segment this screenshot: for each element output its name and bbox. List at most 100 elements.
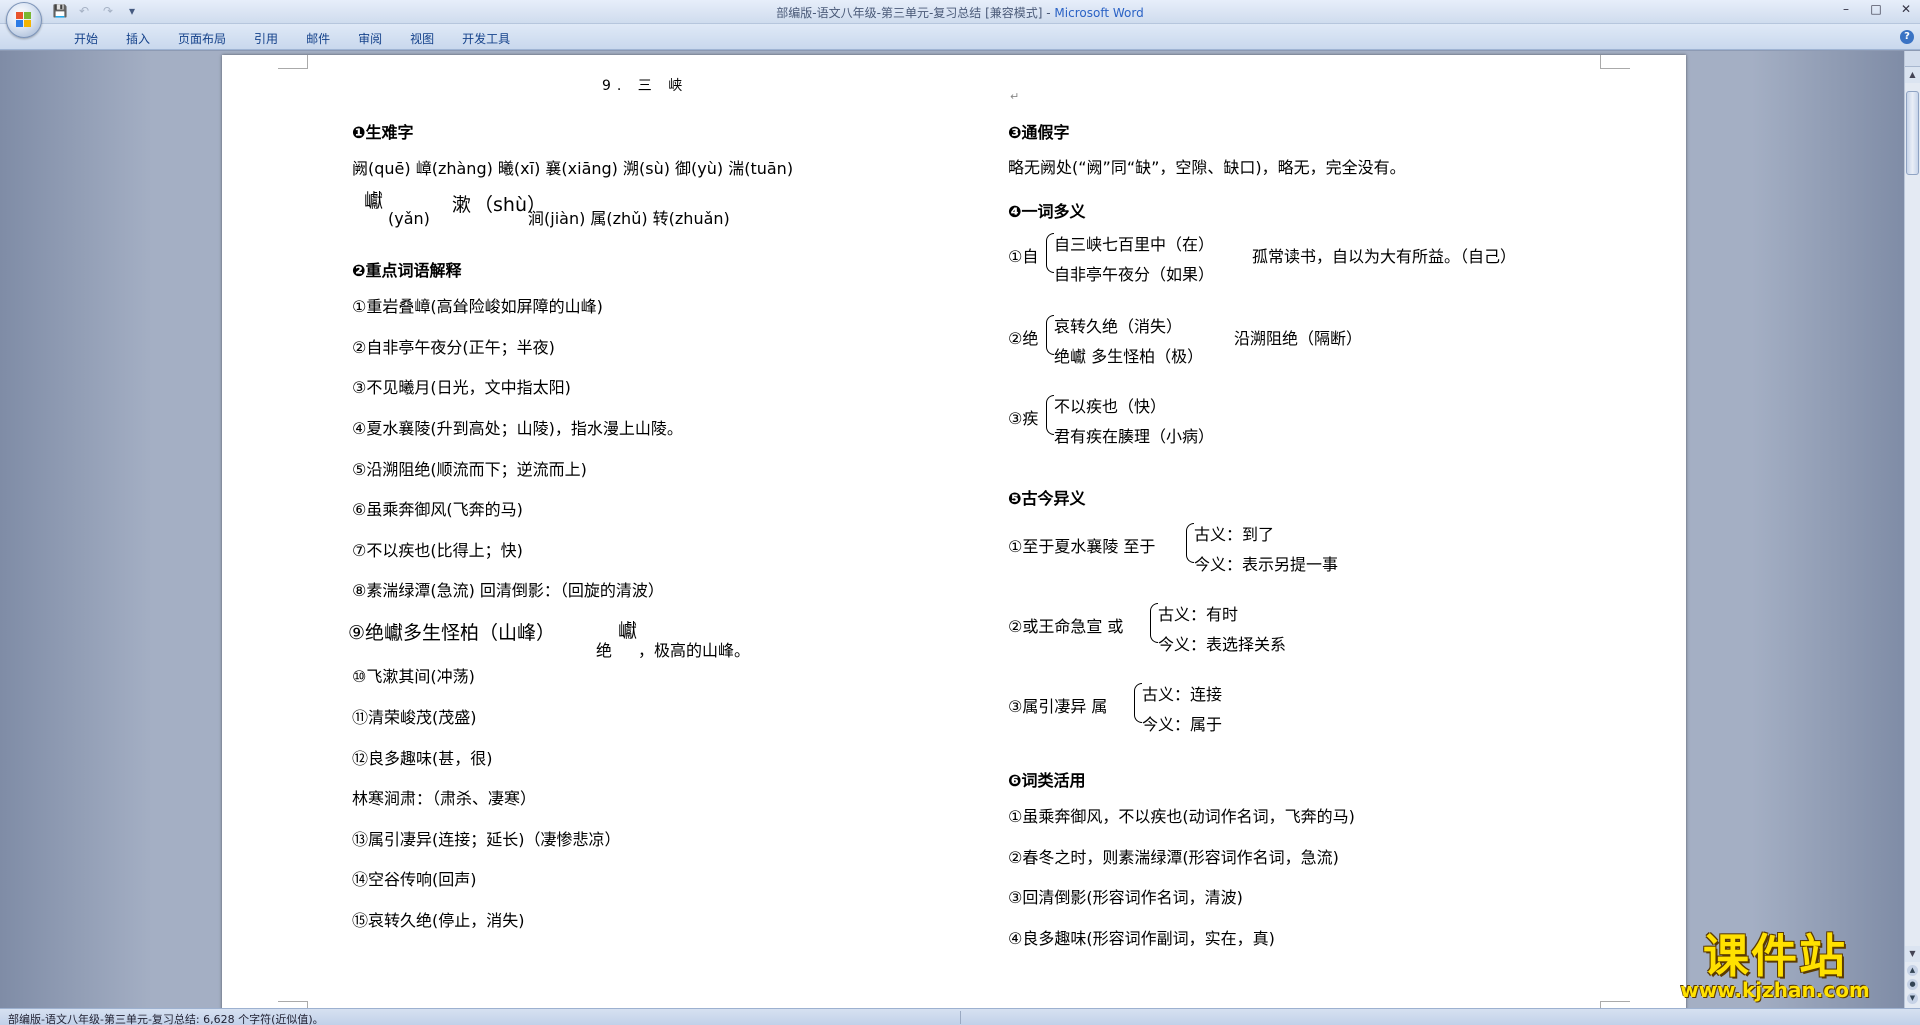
group-row: 古义：连接 [1142, 685, 1223, 704]
definition-item: ⑧素湍绿潭(急流) 回清倒影：（回旋的清波） [352, 581, 664, 600]
minimize-button[interactable]: – [1838, 2, 1854, 16]
definition-item: ⑫良多趣味(甚，很) [352, 749, 493, 768]
tab-developer[interactable]: 开发工具 [448, 30, 524, 47]
group-row: 今义：表示另提一事 [1194, 555, 1339, 574]
document-workarea: 9. 三 峡 ❶生难字 阙(quē) 嶂(zhàng) 曦(xī) 襄(xiān… [0, 51, 1904, 1008]
definition-item: 绝 [596, 641, 613, 660]
paragraph-mark: ↵ [1010, 90, 1020, 103]
group-lead: ①自 [1008, 247, 1039, 266]
definition-item: ⑤沿溯阻绝(顺流而下；逆流而上) [352, 460, 587, 479]
crop-mark [1600, 55, 1630, 69]
group-row: 绝巘 多生怪柏（极） [1054, 347, 1204, 366]
ribbon-tabs: 开始 插入 页面布局 引用 邮件 审阅 视图 开发工具 [60, 30, 524, 47]
group-row: 古义：到了 [1194, 525, 1275, 544]
definition-item: ，极高的山峰。 [638, 641, 751, 660]
group-lead: ③属引凄异 属 [1008, 697, 1108, 716]
lesson-title: 9. 三 峡 [602, 78, 689, 94]
tab-page-layout[interactable]: 页面布局 [164, 30, 240, 47]
scroll-down-icon[interactable]: ▼ [1905, 946, 1920, 962]
definition-item: ⑭空谷传响(回声) [352, 870, 477, 889]
office-logo-icon [16, 12, 32, 28]
help-icon[interactable]: ? [1900, 30, 1914, 44]
scroll-thumb[interactable] [1906, 91, 1919, 175]
tab-home[interactable]: 开始 [60, 30, 112, 47]
tab-references[interactable]: 引用 [240, 30, 292, 47]
group-row: 哀转久绝（消失） [1054, 317, 1183, 336]
definition-item: ⑥虽乘奔御风(飞奔的马) [352, 500, 523, 519]
brace-icon [1150, 603, 1158, 643]
maximize-button[interactable]: □ [1868, 2, 1884, 16]
brace-icon [1046, 315, 1054, 355]
pinyin-line: 阙(quē) 嶂(zhàng) 曦(xī) 襄(xiāng) 溯(sù) 御(y… [352, 159, 794, 178]
definition-item: ③不见曦月(日光，文中指太阳) [352, 378, 571, 397]
group-row: 今义：属于 [1142, 715, 1223, 734]
group-tail: 孤常读书，自以为大有所益。（自己） [1252, 247, 1517, 266]
crop-mark [1600, 1001, 1630, 1008]
watermark-logo: 课件站 [1703, 929, 1847, 983]
group-lead: ②或王命急宣 或 [1008, 617, 1124, 636]
tab-insert[interactable]: 插入 [112, 30, 164, 47]
group-row: 自三峡七百里中（在） [1054, 235, 1215, 254]
status-bar: 部编版-语文八年级-第三单元-复习总结: 6,628 个字符(近似值)。 [0, 1008, 1920, 1025]
group-lead: ③疾 [1008, 409, 1039, 428]
definition-item: ②自非亭午夜分(正午；半夜) [352, 338, 555, 357]
office-button[interactable] [6, 2, 42, 38]
site-watermark: 课件站 www.kjzhan.com [1660, 933, 1890, 1003]
browse-object-icon[interactable]: ● [1907, 979, 1918, 990]
definition-item: ⑩飞漱其间(冲荡) [352, 667, 475, 686]
definition-item: ⑨绝巘多生怪柏（山峰） [348, 622, 556, 644]
brace-icon [1134, 683, 1142, 723]
group-lead: ②绝 [1008, 329, 1039, 348]
section-heading: ❹一词多义 [1008, 202, 1086, 221]
section-heading: ❶生难字 [352, 123, 414, 142]
previous-page-icon[interactable]: ▲ [1907, 965, 1918, 976]
scroll-up-icon[interactable]: ▲ [1905, 67, 1920, 83]
group-row: 君有疾在腠理（小病） [1054, 427, 1215, 446]
section-heading: ❸通假字 [1008, 123, 1070, 142]
section-heading: ❻词类活用 [1008, 771, 1086, 790]
crop-mark [278, 1001, 308, 1008]
definition-item: ⑬属引凄异(连接；延长)（凄惨悲凉） [352, 830, 621, 849]
brace-icon [1186, 523, 1194, 563]
brace-icon [1046, 395, 1054, 435]
definition-item: ④夏水襄陵(升到高处；山陵)，指水漫上山陵。 [352, 419, 683, 438]
section-heading: ❺古今异义 [1008, 489, 1086, 508]
document-title: 部编版-语文八年级-第三单元-复习总结 [兼容模式] - [776, 6, 1055, 20]
definition-item: ⑪清荣峻茂(茂盛) [352, 708, 477, 727]
section-heading: ❷重点词语解释 [352, 261, 462, 280]
pinyin-char: 漱 [452, 194, 472, 216]
vertical-scrollbar[interactable]: ▲ ▼ ▲ ● ▼ [1904, 51, 1920, 1008]
crop-mark [278, 55, 308, 69]
pinyin-char: 巘 [364, 190, 384, 212]
definition-item: ⑦不以疾也(比得上；快) [352, 541, 523, 560]
close-button[interactable]: ✕ [1898, 2, 1914, 16]
brace-icon [1046, 233, 1054, 273]
tab-review[interactable]: 审阅 [344, 30, 396, 47]
definition-item: 略无阙处(“阙”同“缺”，空隙、缺口)，略无，完全没有。 [1008, 158, 1406, 177]
group-row: 自非亭午夜分（如果） [1054, 265, 1215, 284]
tab-view[interactable]: 视图 [396, 30, 448, 47]
definition-item: ①虽乘奔御风，不以疾也(动词作名词，飞奔的马) [1008, 807, 1355, 826]
definition-item: ②春冬之时，则素湍绿潭(形容词作名词，急流) [1008, 848, 1339, 867]
group-tail: 沿溯阻绝（隔断） [1234, 329, 1363, 348]
ruler-toggle-icon[interactable] [1905, 51, 1920, 67]
definition-item: 巘 [618, 620, 638, 642]
word-count-status[interactable]: 部编版-语文八年级-第三单元-复习总结: 6,628 个字符(近似值)。 [8, 1011, 324, 1025]
window-controls: – □ ✕ [1838, 2, 1914, 16]
group-lead: ①至于夏水襄陵 至于 [1008, 537, 1156, 556]
definition-item: ①重岩叠嶂(高耸险峻如屏障的山峰) [352, 297, 603, 316]
tab-mailings[interactable]: 邮件 [292, 30, 344, 47]
ribbon: 开始 插入 页面布局 引用 邮件 审阅 视图 开发工具 ? [0, 24, 1920, 50]
group-row: 今义：表选择关系 [1158, 635, 1287, 654]
title-bar: 💾 ↶ ↷ ▾ 部编版-语文八年级-第三单元-复习总结 [兼容模式] - Mic… [0, 0, 1920, 38]
app-name: Microsoft Word [1054, 6, 1144, 20]
definition-item: 林寒涧肃：（肃杀、凄寒） [352, 789, 537, 808]
definition-item: ④良多趣味(形容词作副词，实在，真) [1008, 929, 1275, 948]
status-divider [960, 1011, 961, 1024]
next-page-icon[interactable]: ▼ [1907, 993, 1918, 1004]
document-page[interactable]: 9. 三 峡 ❶生难字 阙(quē) 嶂(zhàng) 曦(xī) 襄(xiān… [222, 55, 1686, 1008]
window-title: 部编版-语文八年级-第三单元-复习总结 [兼容模式] - Microsoft W… [0, 4, 1920, 21]
group-row: 不以疾也（快） [1054, 397, 1167, 416]
definition-item: ③回清倒影(形容词作名词，清波) [1008, 888, 1243, 907]
definition-item: ⑮哀转久绝(停止，消失) [352, 911, 525, 930]
